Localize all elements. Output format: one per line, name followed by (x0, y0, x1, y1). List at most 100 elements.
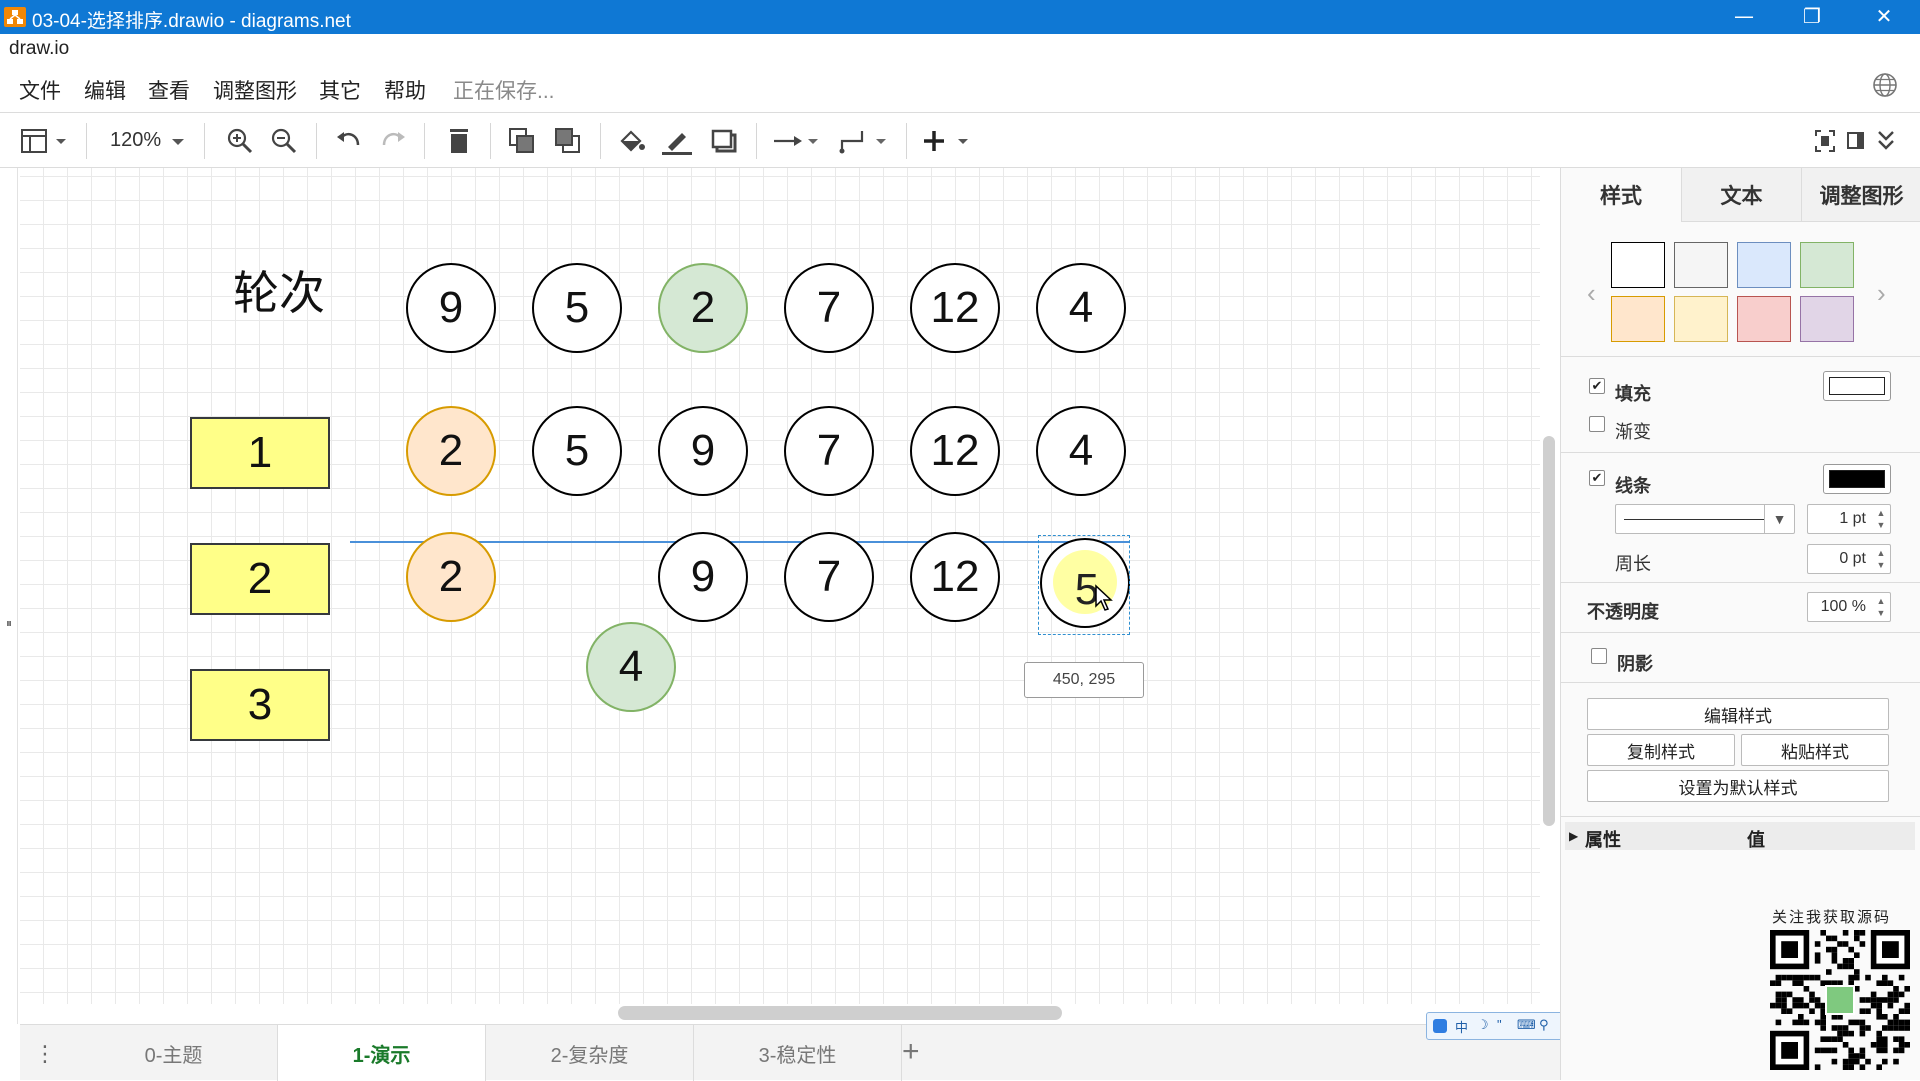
style-swatch[interactable] (1800, 242, 1854, 288)
line-style-select[interactable]: ▼ (1615, 504, 1795, 534)
add-page-button[interactable]: + (902, 1035, 920, 1069)
shadow-icon[interactable] (710, 127, 738, 155)
line-checkbox[interactable]: ✔ (1589, 470, 1605, 486)
expand-properties-icon[interactable]: ▶ (1569, 829, 1578, 843)
line-width-spinner[interactable]: ▲ ▼ (1874, 507, 1888, 531)
round-label-box[interactable]: 1 (190, 417, 330, 489)
copy-style-button[interactable]: 复制样式 (1587, 734, 1735, 766)
line-style-dropdown-icon[interactable]: ▼ (1764, 505, 1794, 533)
number-circle[interactable]: 9 (658, 532, 748, 622)
drawio-app-icon (4, 7, 26, 27)
set-default-style-button[interactable]: 设置为默认样式 (1587, 770, 1889, 802)
number-circle[interactable]: 5 (532, 406, 622, 496)
delete-icon[interactable] (446, 127, 472, 155)
horizontal-scrollbar[interactable] (618, 1006, 1062, 1020)
style-swatch[interactable] (1674, 296, 1728, 342)
number-circle[interactable]: 9 (406, 263, 496, 353)
style-swatch[interactable] (1737, 242, 1791, 288)
zoom-in-icon[interactable] (226, 127, 254, 155)
connection-icon[interactable] (772, 127, 822, 155)
number-circle[interactable]: 12 (910, 406, 1000, 496)
grip-icon[interactable]: ⏸ (6, 616, 12, 631)
number-circle[interactable]: 12 (910, 263, 1000, 353)
fill-color-icon[interactable] (618, 127, 646, 155)
to-back-icon[interactable] (554, 127, 582, 155)
redo-icon[interactable] (380, 127, 408, 155)
perimeter-spinner[interactable]: ▲ ▼ (1874, 547, 1888, 571)
page-tab[interactable]: 3-稳定性 (694, 1025, 902, 1081)
ime-mode[interactable]: 中 (1455, 1017, 1468, 1036)
to-front-icon[interactable] (508, 127, 536, 155)
page-tab[interactable]: 1-演示 (278, 1025, 486, 1081)
number-circle[interactable]: 4 (1036, 406, 1126, 496)
tab-arrange[interactable]: 调整图形 (1801, 168, 1920, 222)
edit-style-button[interactable]: 编辑样式 (1587, 698, 1889, 730)
close-button[interactable]: ✕ (1850, 0, 1918, 34)
opacity-input[interactable]: 100 % ▲ ▼ (1807, 592, 1891, 622)
number-circle[interactable]: 2 (406, 532, 496, 622)
sidebar-collapsed-strip[interactable]: ⏸ (0, 168, 18, 1024)
number-circle[interactable]: 2 (406, 406, 496, 496)
vertical-scrollbar[interactable] (1543, 436, 1555, 826)
minimize-button[interactable]: — (1710, 0, 1778, 34)
collapse-icon[interactable] (1876, 127, 1896, 155)
zoom-level[interactable]: 120% (110, 129, 161, 152)
tab-text[interactable]: 文本 (1681, 168, 1801, 222)
menu-extras[interactable]: 其它 (319, 75, 361, 105)
fill-checkbox[interactable]: ✔ (1589, 378, 1605, 394)
ime-punct-icon[interactable]: " (1497, 1017, 1502, 1032)
round-label-box[interactable]: 3 (190, 669, 330, 741)
ime-moon-icon[interactable]: ☽ (1477, 1017, 1489, 1033)
page-tab[interactable]: 2-复杂度 (486, 1025, 694, 1081)
gradient-checkbox[interactable] (1589, 416, 1605, 432)
style-swatch[interactable] (1611, 242, 1665, 288)
ime-keyboard-icon[interactable]: ⌨ (1517, 1017, 1536, 1033)
layout-icon[interactable] (20, 127, 72, 155)
zoom-dropdown-icon[interactable] (170, 127, 186, 155)
tab-style[interactable]: 样式 (1561, 168, 1681, 222)
swatch-prev-icon[interactable]: ‹ (1587, 278, 1596, 309)
paste-style-button[interactable]: 粘贴样式 (1741, 734, 1889, 766)
language-globe-icon[interactable] (1872, 72, 1898, 98)
page-menu-icon[interactable]: ⋮ (34, 1041, 56, 1067)
number-circle[interactable]: 12 (910, 532, 1000, 622)
number-circle[interactable]: 9 (658, 406, 748, 496)
line-color-icon[interactable] (662, 127, 692, 155)
page-tab[interactable]: 0-主题 (70, 1025, 278, 1081)
restore-button[interactable]: ❐ (1778, 0, 1846, 34)
ime-tool-icon[interactable]: ⚲ (1539, 1017, 1549, 1033)
waypoint-icon[interactable] (838, 127, 890, 155)
zoom-out-icon[interactable] (270, 127, 298, 155)
diagram-canvas[interactable]: 轮次 9 5 2 7 12 4 1 2 5 9 7 12 4 2 2 9 7 1… (20, 168, 1540, 1004)
menu-edit[interactable]: 编辑 (84, 75, 126, 105)
swatch-next-icon[interactable]: › (1877, 278, 1886, 309)
round-label-box[interactable]: 2 (190, 543, 330, 615)
style-swatch[interactable] (1674, 242, 1728, 288)
style-swatch[interactable] (1800, 296, 1854, 342)
format-panel-icon[interactable] (1846, 127, 1866, 155)
ime-logo-icon[interactable] (1433, 1019, 1447, 1033)
moved-number-circle[interactable]: 4 (586, 622, 676, 712)
line-width-input[interactable]: 1 pt ▲ ▼ (1807, 504, 1891, 534)
number-circle[interactable]: 5 (532, 263, 622, 353)
menu-arrange[interactable]: 调整图形 (213, 75, 297, 105)
menu-help[interactable]: 帮助 (384, 75, 426, 105)
perimeter-input[interactable]: 0 pt ▲ ▼ (1807, 544, 1891, 574)
round-header-label[interactable]: 轮次 (214, 260, 344, 320)
undo-icon[interactable] (334, 127, 362, 155)
style-swatch[interactable] (1611, 296, 1665, 342)
number-circle[interactable]: 2 (658, 263, 748, 353)
line-color-well[interactable] (1823, 464, 1891, 494)
fullscreen-icon[interactable] (1814, 127, 1836, 155)
fill-color-well[interactable] (1823, 371, 1891, 401)
number-circle[interactable]: 4 (1036, 263, 1126, 353)
menu-file[interactable]: 文件 (19, 75, 61, 105)
number-circle[interactable]: 7 (784, 263, 874, 353)
number-circle[interactable]: 7 (784, 532, 874, 622)
shadow-checkbox[interactable] (1591, 648, 1607, 664)
menu-view[interactable]: 查看 (148, 75, 190, 105)
number-circle[interactable]: 7 (784, 406, 874, 496)
insert-icon[interactable] (922, 127, 972, 155)
opacity-spinner[interactable]: ▲ ▼ (1874, 595, 1888, 619)
style-swatch[interactable] (1737, 296, 1791, 342)
